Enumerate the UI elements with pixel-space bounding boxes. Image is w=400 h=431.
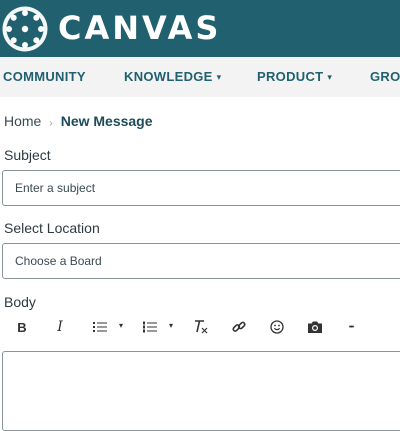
nav-item-product[interactable]: PRODUCT ▾ (257, 69, 332, 84)
insert-photo-button[interactable] (305, 316, 325, 338)
bullet-list-icon (93, 322, 107, 332)
body-editor[interactable] (2, 351, 400, 431)
nav-item-knowledge[interactable]: KNOWLEDGE ▾ (124, 69, 221, 84)
body-label: Body (4, 294, 36, 310)
more-options-button[interactable]: ••• (341, 316, 361, 338)
caret-down-icon: ▾ (216, 72, 222, 82)
nav-item-groups[interactable]: GRO (370, 69, 400, 84)
link-icon (232, 321, 246, 332)
location-label: Select Location (4, 220, 100, 236)
site-header: CANVAS (0, 0, 400, 57)
breadcrumb-separator: › (49, 118, 53, 129)
bullet-list-dropdown-icon[interactable]: ▾ (119, 321, 123, 330)
breadcrumb-current: New Message (60, 113, 153, 129)
italic-button[interactable]: I (51, 316, 69, 338)
nav-item-label: GRO (370, 69, 400, 84)
editor-toolbar: B I ▾ ▾ ••• (0, 316, 400, 340)
subject-input[interactable] (15, 181, 375, 195)
clear-formatting-button[interactable] (190, 316, 212, 338)
nav-item-label: KNOWLEDGE (124, 69, 213, 84)
camera-icon (308, 321, 322, 333)
bold-button[interactable]: B (13, 316, 31, 338)
numbered-list-button[interactable] (140, 316, 160, 338)
subject-field-box (2, 170, 400, 206)
insert-link-button[interactable] (229, 316, 249, 338)
main-nav: COMMUNITY KNOWLEDGE ▾ PRODUCT ▾ GRO (0, 57, 400, 97)
logo-text[interactable]: CANVAS (58, 9, 221, 47)
numbered-list-dropdown-icon[interactable]: ▾ (169, 321, 173, 330)
nav-item-label: COMMUNITY (3, 69, 86, 84)
bullet-list-button[interactable] (90, 316, 110, 338)
clear-formatting-icon (195, 320, 208, 334)
breadcrumb-home-link[interactable]: Home (4, 113, 41, 129)
subject-label: Subject (4, 147, 51, 163)
canvas-logo-icon[interactable] (2, 6, 48, 52)
insert-emoji-button[interactable] (267, 316, 287, 338)
numbered-list-icon (143, 321, 157, 333)
caret-down-icon: ▾ (327, 72, 333, 82)
smiley-icon (270, 320, 284, 334)
breadcrumb: Home › New Message (4, 113, 153, 129)
location-select-value: Choose a Board (15, 254, 102, 268)
nav-item-label: PRODUCT (257, 69, 324, 84)
nav-item-community[interactable]: COMMUNITY (3, 69, 86, 84)
location-select[interactable]: Choose a Board (2, 243, 400, 279)
